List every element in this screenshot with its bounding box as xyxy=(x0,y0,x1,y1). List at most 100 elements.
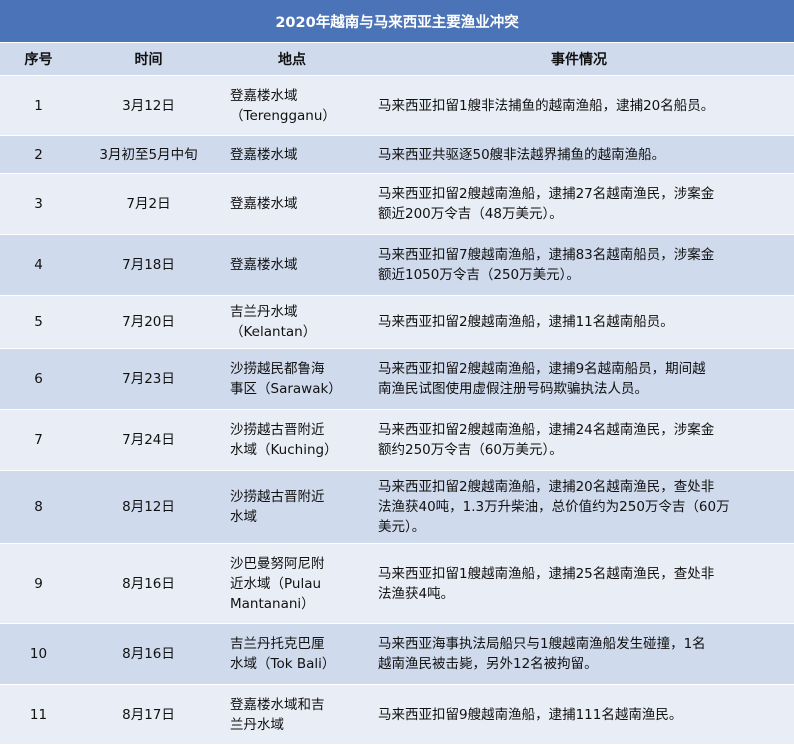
row-place: 沙巴曼努阿尼附 近水域（Pulau Mantanani） xyxy=(220,543,364,624)
place-line: 兰丹水域 xyxy=(230,716,284,733)
event-line: 马来西亚扣留2艘越南渔船，逮捕20名越南渔民，查处非 xyxy=(378,479,715,495)
event-line: 马来西亚扣留2艘越南渔船，逮捕27名越南渔民，涉案金 xyxy=(378,186,715,202)
row-place: 吉兰丹水域 （Kelantan） xyxy=(220,295,364,349)
place-line: 登嘉楼水域 xyxy=(230,257,298,273)
place-line: 事区（Sarawak） xyxy=(230,381,342,397)
row-event: 马来西亚扣留1艘非法捕鱼的越南渔船，逮捕20名船员。 xyxy=(364,75,794,136)
row-event: 马来西亚扣留7艘越南渔船，逮捕83名越南船员，涉案金 额近1050万令吉（250万… xyxy=(364,234,794,296)
event-line: 马来西亚扣留2艘越南渔船，逮捕24名越南渔民，涉案金 xyxy=(378,422,715,438)
table-row: 1 3月12日 登嘉楼水域 （Terengganu） 马来西亚扣留1艘非法捕鱼的越南渔船… xyxy=(0,75,794,136)
row-date: 7月2日 xyxy=(77,173,220,235)
row-number: 9 xyxy=(0,543,77,624)
table-row: 4 7月18日 登嘉楼水域 马来西亚扣留7艘越南渔船，逮捕83名越南船员，涉案金 额近1… xyxy=(0,234,794,296)
event-line: 马来西亚扣留9艘越南渔船，逮捕111名越南渔民。 xyxy=(378,706,683,723)
table-row: 10 8月16日 吉兰丹托克巴厘 水域（Tok Bali） 马来西亚海事执法局船只与1艘… xyxy=(0,623,794,685)
row-number: 5 xyxy=(0,295,77,349)
table-row: 11 8月17日 登嘉楼水域和吉 兰丹水域 马来西亚扣留9艘越南渔船，逮捕111名越南渔… xyxy=(0,684,794,745)
row-number: 7 xyxy=(0,409,77,471)
event-line: 南渔民试图使用虚假注册号码欺骗执法人员。 xyxy=(378,381,648,397)
event-line: 马来西亚扣留1艘越南渔船，逮捕25名越南渔民，查处非 xyxy=(378,565,715,582)
place-line: 沙捞越民都鲁海 xyxy=(230,361,325,377)
table-row: 8 8月12日 沙捞越古晋附近 水域 马来西亚扣留2艘越南渔船，逮捕20名越南渔民，查处… xyxy=(0,470,794,544)
table-row: 7 7月24日 沙捞越古晋附近 水域（Kuching） 马来西亚扣留2艘越南渔船，逮捕2… xyxy=(0,409,794,471)
row-event: 马来西亚扣留2艘越南渔船，逮捕20名越南渔民，查处非 法渔获40吨，1.3万升柴油… xyxy=(364,470,794,544)
row-number: 1 xyxy=(0,75,77,136)
row-place: 登嘉楼水域 （Terengganu） xyxy=(220,75,364,136)
row-place: 沙捞越民都鲁海事区（Sarawak） xyxy=(220,348,364,410)
row-place: 登嘉楼水域 xyxy=(220,135,364,174)
row-date: 7月24日 xyxy=(77,409,220,471)
event-line: 马来西亚扣留2艘越南渔船，逮捕11名越南船员。 xyxy=(378,314,674,330)
header-event: 事件情况 xyxy=(364,42,794,76)
row-date: 7月18日 xyxy=(77,234,220,296)
row-number: 6 xyxy=(0,348,77,410)
row-number: 2 xyxy=(0,135,77,174)
event-line: 法渔获4吨。 xyxy=(378,585,455,602)
header-place: 地点 xyxy=(220,42,364,76)
row-event: 马来西亚海事执法局船只与1艘越南渔船发生碰撞，1名 越南渔民被击毙，另外12名被拘… xyxy=(364,623,794,685)
place-line: （Terengganu） xyxy=(230,107,336,124)
row-date: 7月20日 xyxy=(77,295,220,349)
header-date: 时间 xyxy=(77,42,220,76)
place-line: 吉兰丹托克巴厘 xyxy=(230,636,325,652)
event-line: 美元）。 xyxy=(378,519,426,535)
table-header-row: 序号 时间 地点 事件情况 xyxy=(0,42,794,76)
fishery-conflicts-table: 2020年越南与马来西亚主要渔业冲突 序号 时间 地点 事件情况 1 3月12日登… xyxy=(0,0,794,745)
row-event: 马来西亚扣留2艘越南渔船，逮捕11名越南船员。 xyxy=(364,295,794,349)
place-line: （Kelantan） xyxy=(230,324,317,340)
table-title: 2020年越南与马来西亚主要渔业冲突 xyxy=(0,0,794,43)
row-number: 4 xyxy=(0,234,77,296)
place-line: 水域 xyxy=(230,509,257,525)
place-line: 水域（Kuching） xyxy=(230,442,338,458)
place-line: 登嘉楼水域 xyxy=(230,87,298,104)
row-date: 8月12日 xyxy=(77,470,220,544)
row-event: 马来西亚扣留1艘越南渔船，逮捕25名越南渔民，查处非 法渔获4吨。 xyxy=(364,543,794,624)
event-line: 额约250万令吉（60万美元）。 xyxy=(378,442,563,458)
row-event: 马来西亚扣留9艘越南渔船，逮捕111名越南渔民。 xyxy=(364,684,794,745)
table-body: 1 3月12日 登嘉楼水域 （Terengganu） 马来西亚扣留1艘非法捕鱼的越南渔船… xyxy=(0,75,794,745)
event-line: 越南渔民被击毙，另外12名被拘留。 xyxy=(378,656,598,672)
row-event: 马来西亚扣留2艘越南渔船，逮捕27名越南渔民，涉案金 额近200万令吉（48万美元… xyxy=(364,173,794,235)
place-line: 登嘉楼水域 xyxy=(230,146,298,163)
table-row: 3 7月2日 登嘉楼水域 马来西亚扣留2艘越南渔船，逮捕27名越南渔民，涉案金 额近20… xyxy=(0,173,794,235)
event-line: 法渔获40吨，1.3万升柴油，总价值约为250万令吉（60万 xyxy=(378,499,730,515)
place-line: 登嘉楼水域 xyxy=(230,196,298,212)
row-date: 3月12日 xyxy=(77,75,220,136)
row-event: 马来西亚共驱逐50艘非法越界捕鱼的越南渔船。 xyxy=(364,135,794,174)
row-number: 10 xyxy=(0,623,77,685)
place-line: Mantanani） xyxy=(230,595,315,612)
place-line: 沙捞越古晋附近 xyxy=(230,489,325,505)
row-place: 登嘉楼水域 xyxy=(220,173,364,235)
row-place: 沙捞越古晋附近 水域（Kuching） xyxy=(220,409,364,471)
place-line: 水域（Tok Bali） xyxy=(230,656,336,672)
table-row: 6 7月23日 沙捞越民都鲁海 事区（Sarawak） 马来西亚扣留2艘越南渔船，逮捕9… xyxy=(0,348,794,410)
event-line: 马来西亚扣留2艘越南渔船，逮捕9名越南船员，期间越 xyxy=(378,361,706,377)
row-date: 8月16日 xyxy=(77,623,220,685)
row-number: 8 xyxy=(0,470,77,544)
row-date: 8月16日 xyxy=(77,543,220,624)
row-event: 马来西亚扣留2艘越南渔船，逮捕24名越南渔民，涉案金 额约250万令吉（60万美元… xyxy=(364,409,794,471)
row-date: 8月17日 xyxy=(77,684,220,745)
event-line: 马来西亚扣留1艘非法捕鱼的越南渔船，逮捕20名船员。 xyxy=(378,97,715,114)
row-place: 吉兰丹托克巴厘 水域（Tok Bali） xyxy=(220,623,364,685)
event-line: 额近200万令吉（48万美元）。 xyxy=(378,206,563,222)
place-line: 沙巴曼努阿尼附 xyxy=(230,555,325,572)
row-date: 7月23日 xyxy=(77,348,220,410)
table-title-row: 2020年越南与马来西亚主要渔业冲突 xyxy=(0,0,794,43)
event-line: 马来西亚扣留7艘越南渔船，逮捕83名越南船员，涉案金 xyxy=(378,247,715,263)
place-line: 近水域（Pulau xyxy=(230,575,322,592)
row-date: 3月初至5月中旬 xyxy=(77,135,220,174)
row-number: 11 xyxy=(0,684,77,745)
table-row: 5 7月20日 吉兰丹水域 （Kelantan） 马来西亚扣留2艘越南渔船，逮捕11名越… xyxy=(0,295,794,349)
place-line: 吉兰丹水域 xyxy=(230,304,298,320)
place-line: 沙捞越古晋附近 xyxy=(230,422,325,438)
row-place: 登嘉楼水域和吉 兰丹水域 xyxy=(220,684,364,745)
event-line: 额近1050万令吉（250万美元）。 xyxy=(378,267,580,283)
table-row: 9 8月16日 沙巴曼努阿尼附 近水域（Pulau Mantanani） 马来西亚扣留1艘… xyxy=(0,543,794,624)
row-number: 3 xyxy=(0,173,77,235)
event-line: 马来西亚海事执法局船只与1艘越南渔船发生碰撞，1名 xyxy=(378,636,706,652)
place-line: 登嘉楼水域和吉 xyxy=(230,696,325,713)
header-num: 序号 xyxy=(0,42,77,76)
row-place: 沙捞越古晋附近 水域 xyxy=(220,470,364,544)
row-event: 马来西亚扣留2艘越南渔船，逮捕9名越南船员，期间越 南渔民试图使用虚假注册号码欺骗… xyxy=(364,348,794,410)
